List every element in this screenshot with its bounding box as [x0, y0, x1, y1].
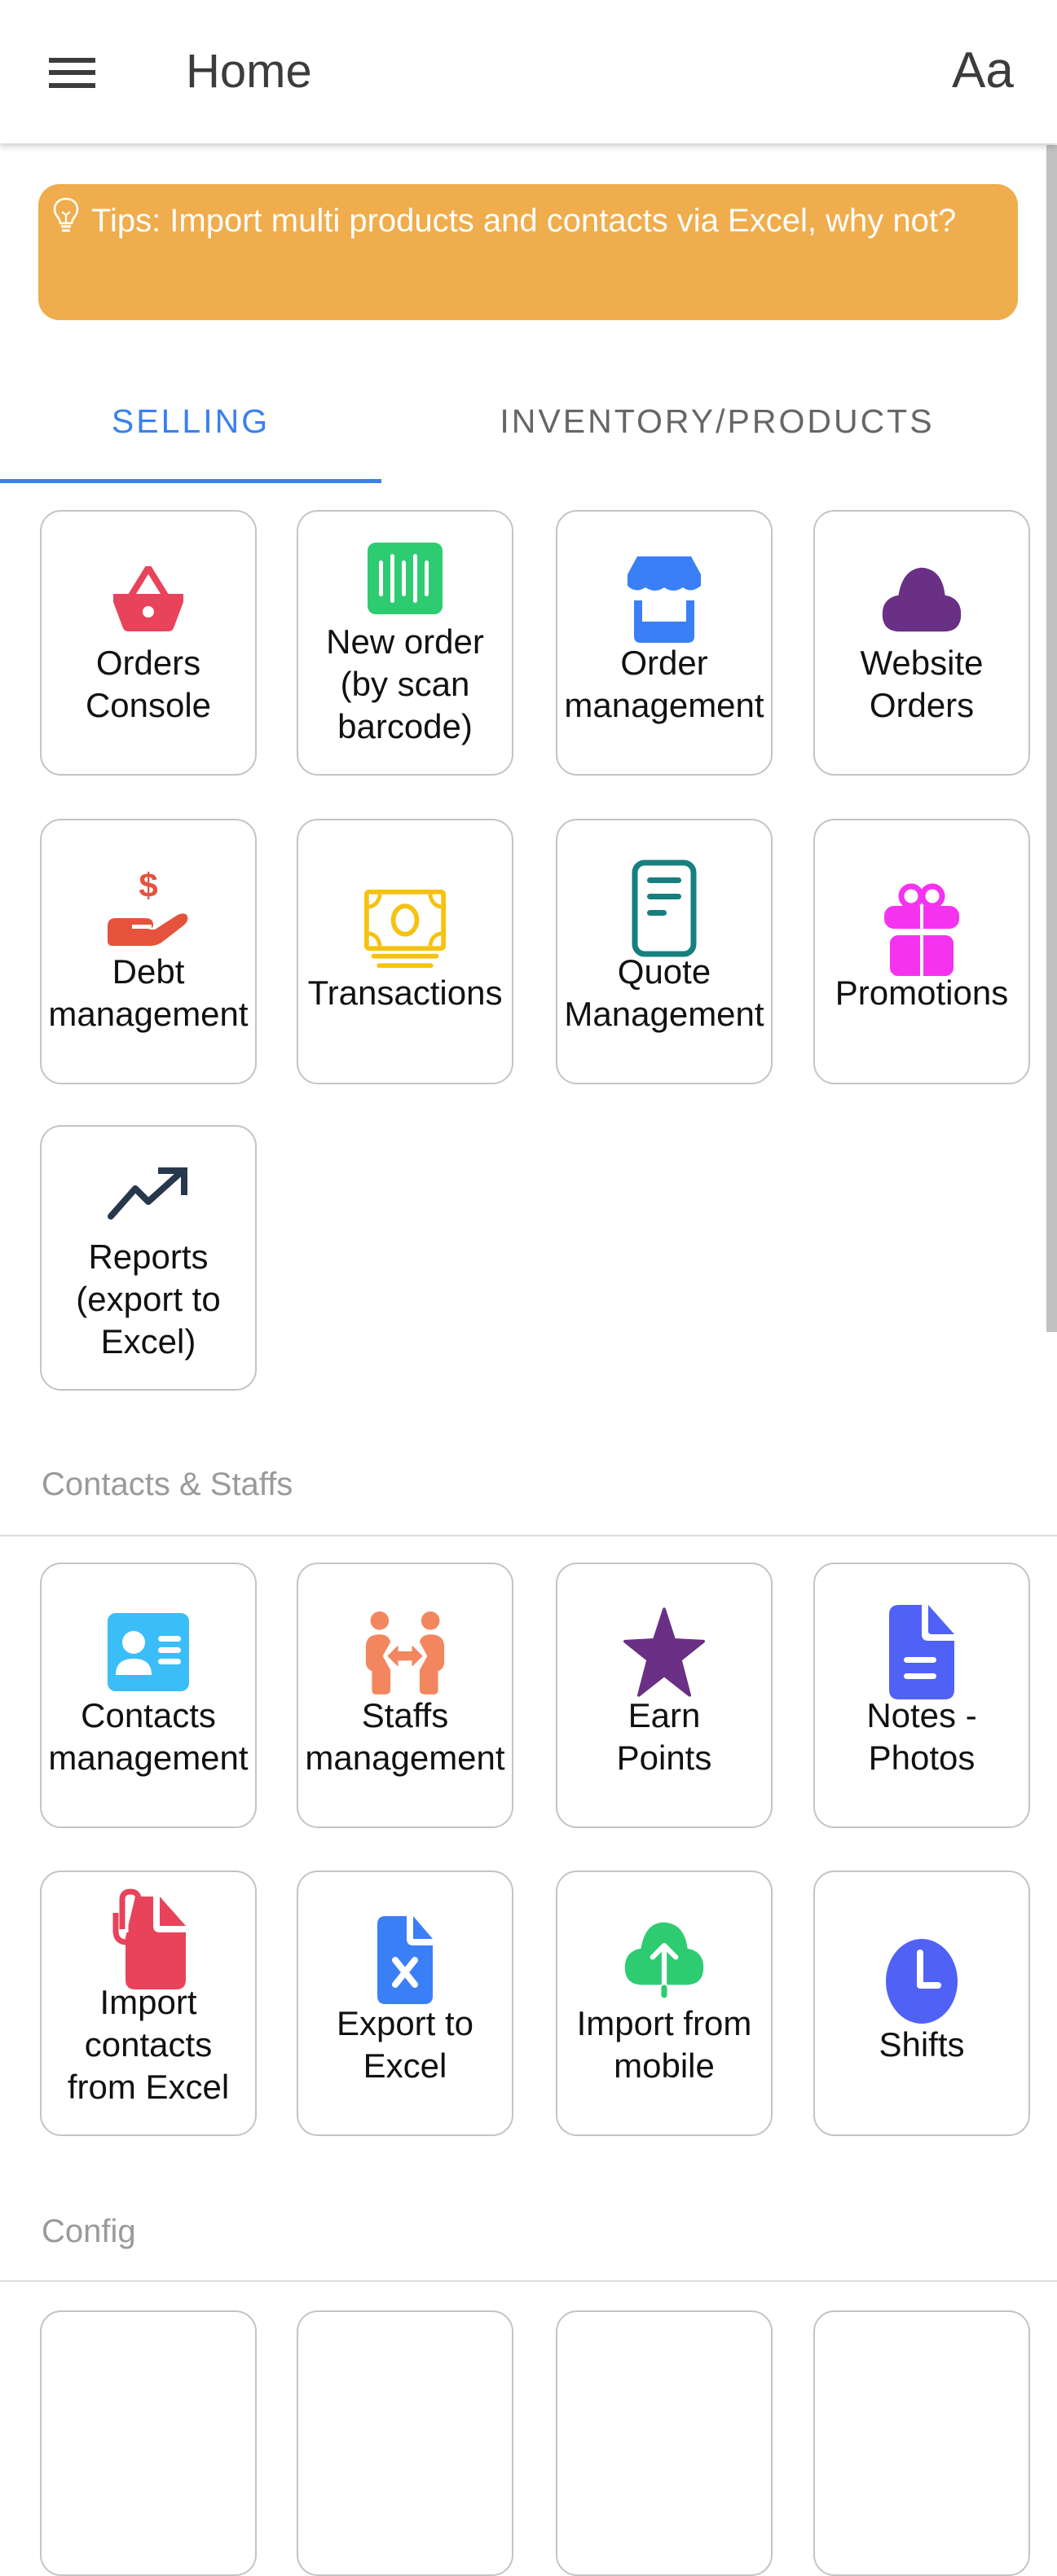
section-divider [0, 2280, 1057, 2282]
tab-selling[interactable]: SELLING [0, 358, 381, 485]
document-lines-icon [623, 859, 705, 957]
page-title: Home [186, 45, 312, 98]
tile-import-from-mobile[interactable]: Import from mobile [556, 1870, 773, 2136]
section-title-contacts-staffs: Contacts & Staffs [42, 1466, 293, 1502]
app-bar: Home Aa [0, 0, 1057, 143]
tile-label: Transactions [307, 974, 503, 1012]
tile-export-excel[interactable]: Export to Excel [297, 1870, 513, 2136]
tile-config-4[interactable] [813, 2310, 1030, 2576]
active-tab-indicator [0, 479, 381, 483]
tile-label: Shifts [879, 2025, 965, 2064]
barcode-icon [364, 538, 446, 619]
star-icon [623, 1607, 705, 1697]
tile-transactions[interactable]: Transactions [297, 819, 513, 1084]
tile-label: New order (by scan barcode) [326, 622, 484, 745]
attachment-file-icon [108, 1888, 189, 1989]
lightbulb-icon [53, 197, 79, 232]
tile-label: Import contacts from Excel [67, 1983, 230, 2106]
svg-text:$: $ [139, 868, 157, 904]
tile-config-2[interactable] [297, 2310, 513, 2576]
tab-bar: SELLING INVENTORY/PRODUCTS [0, 358, 1046, 485]
tile-quote-management[interactable]: Quote Management [556, 819, 773, 1084]
scrollbar[interactable] [1046, 145, 1057, 1332]
tile-orders-console[interactable]: Orders Console [40, 510, 257, 776]
tile-label: Staffs management [305, 1696, 505, 1777]
tile-debt-management[interactable]: $ Debt management [40, 819, 257, 1084]
tile-label: Orders Console [85, 644, 212, 724]
tile-config-3[interactable] [556, 2310, 773, 2576]
tile-label: Promotions [835, 974, 1009, 1012]
tile-new-order-scan-barcode[interactable]: New order (by scan barcode) [297, 510, 513, 776]
tile-label: Import from mobile [576, 2004, 752, 2085]
tile-label: Reports (export to Excel) [76, 1237, 221, 1361]
tile-contacts-management[interactable]: Contacts management [40, 1563, 257, 1828]
cloud-upload-icon [623, 1919, 705, 2001]
tile-label: Export to Excel [336, 2004, 474, 2085]
tile-label: Quote Management [564, 952, 764, 1033]
tab-inventory-products[interactable]: INVENTORY/PRODUCTS [381, 358, 1053, 485]
tile-label: Website Orders [860, 644, 984, 724]
tile-staffs-management[interactable]: Staffs management [297, 1563, 513, 1828]
tile-shifts[interactable]: Shifts [813, 1870, 1030, 2136]
tile-website-orders[interactable]: Website Orders [813, 510, 1030, 776]
hand-dollar-icon: $ [108, 868, 189, 949]
trending-up-icon [108, 1153, 189, 1234]
tile-order-management[interactable]: Order management [556, 510, 773, 776]
section-divider [0, 1535, 1057, 1536]
tile-import-contacts-excel[interactable]: Import contacts from Excel [40, 1870, 257, 2136]
tile-config-1[interactable] [40, 2310, 257, 2576]
font-size-button[interactable]: Aa [952, 41, 1014, 101]
gift-icon [881, 883, 962, 978]
storefront-icon [623, 556, 705, 643]
clock-icon [881, 1939, 962, 2024]
staff-exchange-icon [364, 1611, 446, 1695]
tile-notes-photos[interactable]: Notes - Photos [813, 1563, 1030, 1828]
tile-label: Contacts management [48, 1696, 249, 1777]
section-title-config: Config [42, 2213, 136, 2249]
tip-banner: Tips: Import multi products and contacts… [38, 184, 1018, 320]
tile-label: Earn Points [616, 1696, 712, 1777]
excel-file-icon [364, 1916, 446, 2004]
tile-earn-points[interactable]: Earn Points [556, 1563, 773, 1828]
tip-text: Tips: Import multi products and contacts… [91, 203, 957, 239]
contact-card-icon [108, 1611, 189, 1693]
shopping-basket-icon [108, 559, 189, 640]
tile-label: Order management [564, 644, 764, 724]
tile-label: Notes - Photos [866, 1696, 977, 1777]
cloud-icon [881, 559, 962, 640]
tile-reports[interactable]: Reports (export to Excel) [40, 1125, 257, 1391]
tile-promotions[interactable]: Promotions [813, 819, 1030, 1084]
note-file-icon [881, 1605, 962, 1699]
tile-label: Debt management [48, 952, 249, 1033]
banknote-icon [364, 889, 446, 970]
hamburger-menu-icon[interactable] [46, 52, 99, 91]
